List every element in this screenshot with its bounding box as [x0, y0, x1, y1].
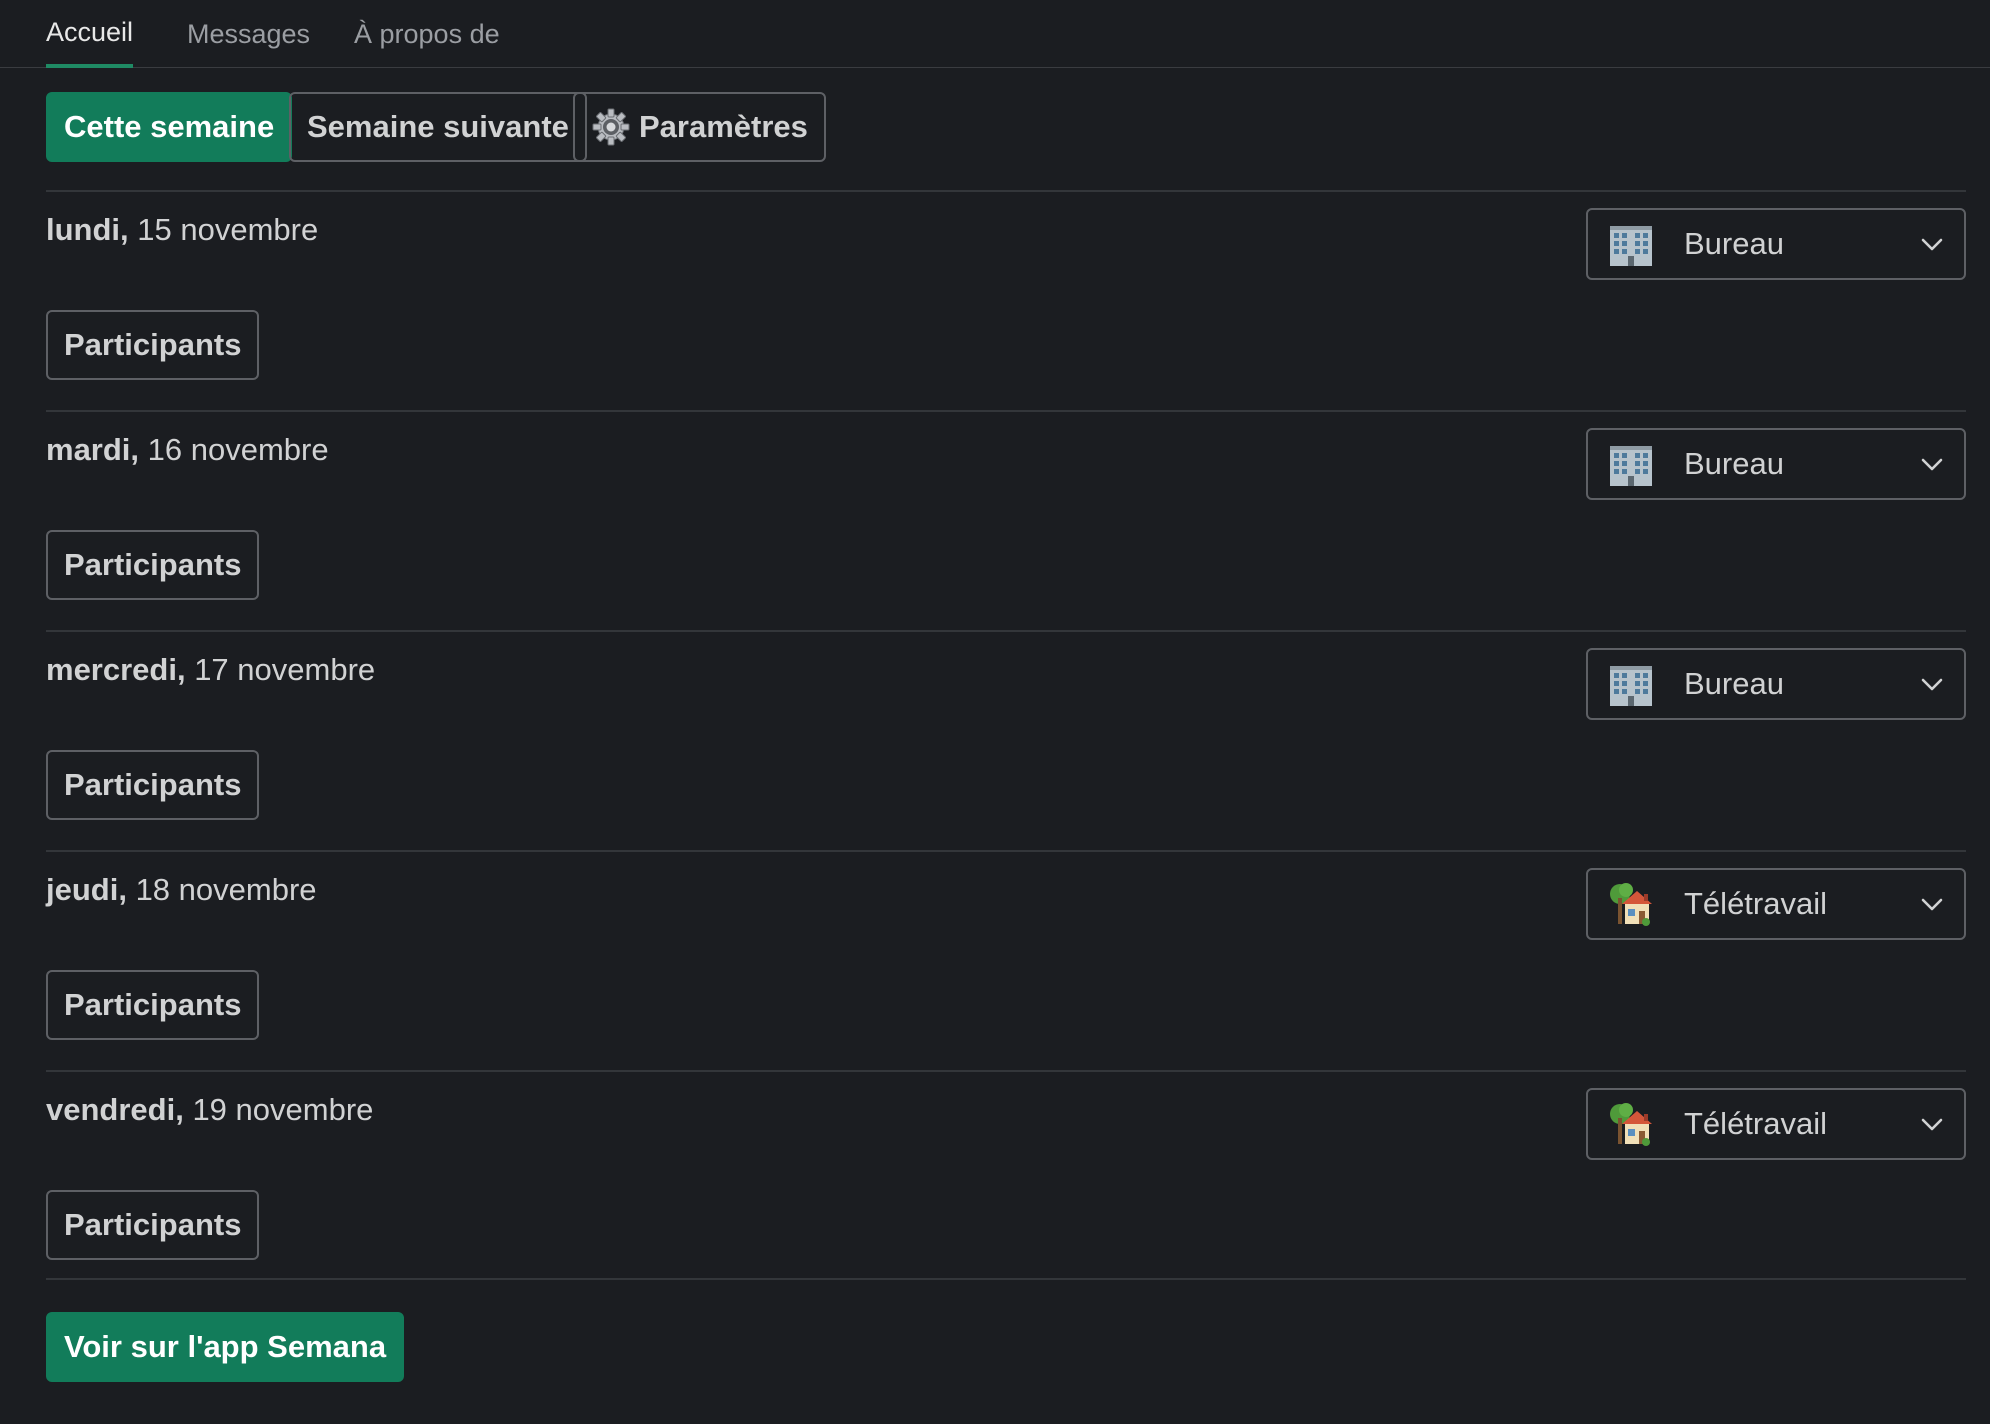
weekday-label: mardi, [46, 432, 140, 467]
next-week-button[interactable]: Semaine suivante [289, 92, 587, 162]
day-row: vendredi, 19 novembre Télétravail Partici… [46, 1070, 1966, 1288]
office-building-icon [1608, 222, 1654, 268]
tab-accueil[interactable]: Accueil [46, 0, 134, 68]
weekday-label: lundi, [46, 212, 129, 247]
this-week-button[interactable]: Cette semaine [46, 92, 293, 162]
status-select[interactable]: Télétravail [1586, 868, 1966, 940]
tab-bar: Accueil Messages À propos de [0, 0, 1990, 68]
tab-messages[interactable]: Messages [187, 0, 310, 68]
settings-label: Paramètres [639, 109, 808, 144]
status-select[interactable]: Télétravail [1586, 1088, 1966, 1160]
chevron-down-icon [1920, 672, 1944, 696]
weekday-label: vendredi, [46, 1092, 184, 1127]
date-label: 16 novembre [139, 432, 329, 467]
status-value: Bureau [1684, 446, 1784, 481]
gear-icon [591, 107, 631, 147]
status-value: Bureau [1684, 226, 1784, 261]
day-row: mercredi, 17 novembre Bureau Participants [46, 630, 1966, 848]
date-label: 19 novembre [183, 1092, 374, 1127]
day-row: lundi, 15 novembre Bureau Participants [46, 190, 1966, 408]
day-title: lundi, 15 novembre [46, 212, 318, 248]
date-label: 17 novembre [185, 652, 376, 687]
house-with-garden-icon [1608, 1102, 1654, 1148]
chevron-down-icon [1920, 232, 1944, 256]
office-building-icon [1608, 662, 1654, 708]
status-value: Télétravail [1684, 1106, 1827, 1141]
participants-button[interactable]: Participants [46, 750, 260, 820]
status-select[interactable]: Bureau [1586, 648, 1966, 720]
status-value: Télétravail [1684, 886, 1827, 921]
divider [46, 1278, 1966, 1280]
open-app-button[interactable]: Voir sur l'app Semana [46, 1312, 405, 1382]
day-title: jeudi, 18 novembre [46, 872, 317, 908]
weekday-label: jeudi, [46, 872, 127, 907]
day-title: mercredi, 17 novembre [46, 652, 375, 688]
participants-button[interactable]: Participants [46, 530, 260, 600]
tab-a-propos[interactable]: À propos de [354, 0, 500, 68]
participants-button[interactable]: Participants [46, 970, 260, 1040]
status-select[interactable]: Bureau [1586, 428, 1966, 500]
day-row: jeudi, 18 novembre Télétravail Participan… [46, 850, 1966, 1068]
date-label: 15 novembre [128, 212, 319, 247]
status-select[interactable]: Bureau [1586, 208, 1966, 280]
house-with-garden-icon [1608, 882, 1654, 928]
status-value: Bureau [1684, 666, 1784, 701]
day-title: mardi, 16 novembre [46, 432, 329, 468]
participants-button[interactable]: Participants [46, 1190, 260, 1260]
day-title: vendredi, 19 novembre [46, 1092, 373, 1128]
chevron-down-icon [1920, 892, 1944, 916]
settings-button[interactable]: Paramètres [573, 92, 826, 162]
day-row: mardi, 16 novembre Bureau Participants [46, 410, 1966, 628]
chevron-down-icon [1920, 1112, 1944, 1136]
date-label: 18 novembre [126, 872, 317, 907]
participants-button[interactable]: Participants [46, 310, 260, 380]
chevron-down-icon [1920, 452, 1944, 476]
office-building-icon [1608, 442, 1654, 488]
weekday-label: mercredi, [46, 652, 186, 687]
